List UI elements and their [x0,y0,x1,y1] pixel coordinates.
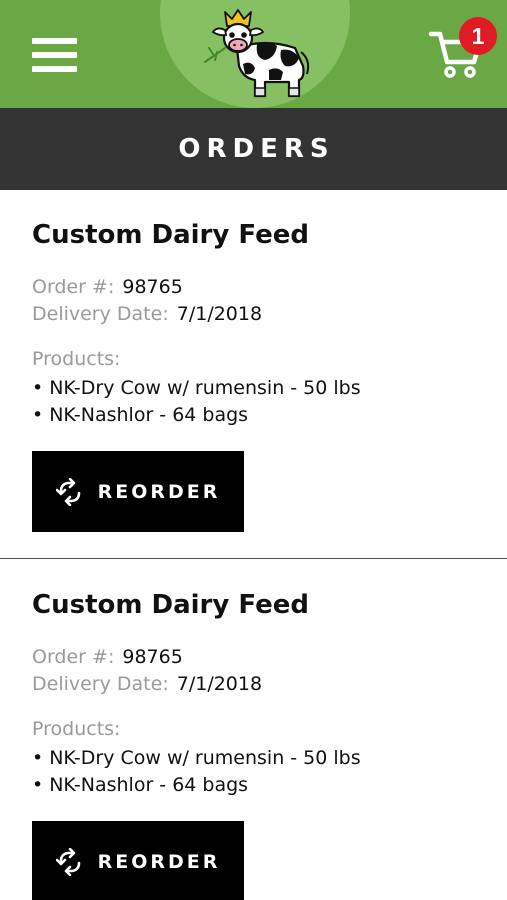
refresh-arrows-icon [55,477,80,506]
reorder-button-label: REORDER [97,480,221,503]
product-item: • NK-Dry Cow w/ rumensin - 50 lbs [32,747,361,769]
hamburger-menu-icon[interactable] [32,38,77,72]
product-list: • NK-Dry Cow w/ rumensin - 50 lbs • NK-Nas… [32,745,361,799]
reorder-button[interactable]: REORDER [32,821,244,900]
order-number-label: Order #: [32,646,115,668]
order-number-row: Order #: 98765 [32,646,183,668]
orders-screen: 1 ORDERS Custom Dairy Feed Order #: 98765… [0,0,507,900]
product-name: NK-Nashlor - 64 bags [49,774,249,796]
page-title: ORDERS [178,134,335,164]
app-header: 1 [0,0,507,108]
delivery-date-label: Delivery Date: [32,303,169,325]
order-number-label: Order #: [32,276,115,298]
product-name: NK-Nashlor - 64 bags [49,404,249,426]
order-title: Custom Dairy Feed [32,590,309,620]
product-item: • NK-Nashlor - 64 bags [32,774,249,796]
order-card: Custom Dairy Feed Order #: 98765 Delivery… [0,190,507,559]
order-number-value: 98765 [122,276,183,298]
delivery-date-row: Delivery Date: 7/1/2018 [32,303,262,325]
order-card: Custom Dairy Feed Order #: 98765 Delivery… [0,560,507,900]
product-list: • NK-Dry Cow w/ rumensin - 50 lbs • NK-Nas… [32,375,361,429]
refresh-arrows-icon [55,847,80,876]
product-name: NK-Dry Cow w/ rumensin - 50 lbs [49,377,361,399]
order-title: Custom Dairy Feed [32,220,309,250]
product-item: • NK-Dry Cow w/ rumensin - 50 lbs [32,377,361,399]
delivery-date-value: 7/1/2018 [176,303,263,325]
order-number-row: Order #: 98765 [32,276,183,298]
products-label: Products: [32,718,121,740]
delivery-date-label: Delivery Date: [32,673,169,695]
delivery-date-row: Delivery Date: 7/1/2018 [32,673,262,695]
cow-logo-icon[interactable] [195,8,315,100]
reorder-button-label: REORDER [97,850,221,873]
page-title-bar: ORDERS [0,108,507,190]
delivery-date-value: 7/1/2018 [176,673,263,695]
reorder-button[interactable]: REORDER [32,451,244,532]
cart-count-badge[interactable]: 1 [459,17,497,55]
product-name: NK-Dry Cow w/ rumensin - 50 lbs [49,747,361,769]
order-number-value: 98765 [122,646,183,668]
products-label: Products: [32,348,121,370]
product-item: • NK-Nashlor - 64 bags [32,404,249,426]
